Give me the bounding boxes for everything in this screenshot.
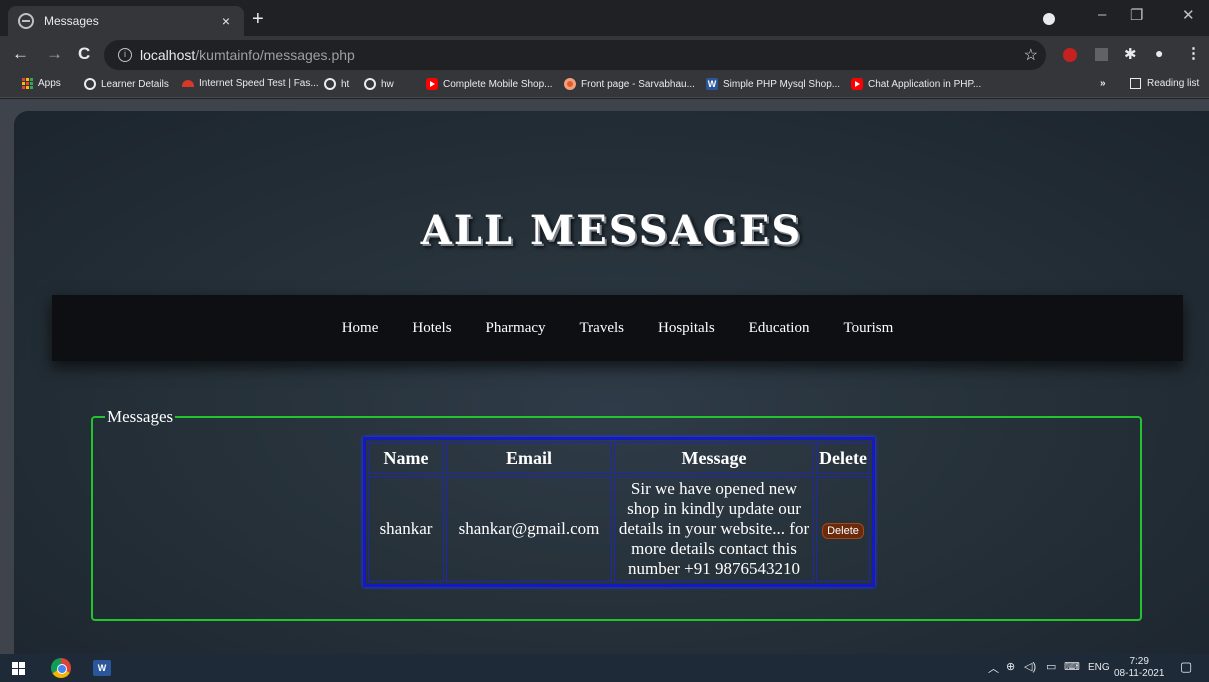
bookmark-hw[interactable]: hw: [364, 78, 394, 90]
header-delete: Delete: [816, 442, 870, 474]
more-bookmarks-button[interactable]: »: [1100, 78, 1106, 89]
messages-fieldset: Messages Name Email Message Delete shank…: [91, 407, 1142, 621]
cell-name: shankar: [368, 476, 444, 582]
profile-menu-icon[interactable]: [1043, 13, 1055, 25]
bookmark-label: ht: [341, 78, 350, 90]
site-icon: [564, 78, 576, 90]
bookmark-label: Apps: [38, 78, 61, 89]
bookmark-label: Front page - Sarvabhau...: [581, 78, 695, 90]
bookmark-mobile-shop[interactable]: Complete Mobile Shop...: [426, 78, 553, 90]
clock-time: 7:29: [1129, 656, 1149, 667]
address-bar[interactable]: i localhost /kumtainfo/messages.php ☆: [104, 40, 1046, 70]
battery-icon[interactable]: ▭: [1046, 660, 1056, 673]
header-message: Message: [614, 442, 814, 474]
chrome-taskbar-icon[interactable]: [51, 658, 71, 678]
keyboard-icon[interactable]: ⌨: [1064, 660, 1080, 673]
globe-icon: [84, 78, 96, 90]
windows-start-icon[interactable]: [12, 662, 25, 675]
browser-toolbar: ← → C i localhost /kumtainfo/messages.ph…: [0, 36, 1209, 74]
reading-list-icon: [1130, 78, 1141, 89]
speed-icon: [182, 80, 194, 87]
bookmark-label: Internet Speed Test | Fas...: [199, 78, 319, 89]
system-clock[interactable]: 7:29 08-11-2021: [1114, 656, 1164, 680]
bookmark-label: Learner Details: [101, 78, 169, 90]
bookmarks-bar: Apps Learner Details Internet Speed Test…: [0, 74, 1209, 98]
reload-icon[interactable]: C: [78, 44, 90, 64]
nav-travels[interactable]: Travels: [580, 320, 624, 337]
menu-kebab-icon[interactable]: ⋮: [1186, 44, 1201, 62]
nav-hospitals[interactable]: Hospitals: [658, 320, 715, 337]
tab-title: Messages: [44, 14, 99, 28]
bookmark-label: Simple PHP Mysql Shop...: [723, 78, 841, 90]
youtube-icon: [426, 78, 438, 90]
url-host: localhost: [140, 47, 196, 63]
nav-tourism[interactable]: Tourism: [843, 320, 893, 337]
bookmark-php-shop[interactable]: W Simple PHP Mysql Shop...: [706, 78, 840, 90]
header-name: Name: [368, 442, 444, 474]
word-taskbar-icon[interactable]: W: [93, 660, 111, 676]
window-close-icon[interactable]: ✕: [1182, 6, 1195, 24]
bookmark-speed-test[interactable]: Internet Speed Test | Fas...: [182, 78, 319, 89]
browser-tab[interactable]: Messages ×: [8, 6, 244, 36]
main-nav: Home Hotels Pharmacy Travels Hospitals E…: [52, 295, 1183, 361]
tray-chevron-icon[interactable]: ︿: [988, 660, 999, 676]
table-header-row: Name Email Message Delete: [368, 442, 870, 474]
url-path: /kumtainfo/messages.php: [195, 47, 355, 63]
language-indicator[interactable]: ENG: [1088, 662, 1110, 673]
bookmark-label: hw: [381, 78, 394, 90]
minimize-icon[interactable]: –: [1098, 6, 1106, 23]
table-row: shankar shankar@gmail.com Sir we have op…: [368, 476, 870, 582]
nav-hotels[interactable]: Hotels: [412, 320, 451, 337]
bookmark-star-icon[interactable]: ☆: [1024, 45, 1038, 65]
bookmark-chat-app[interactable]: Chat Application in PHP...: [851, 78, 981, 90]
notifications-icon[interactable]: ▢: [1180, 659, 1192, 675]
header-email: Email: [446, 442, 612, 474]
globe-icon: [364, 78, 376, 90]
reading-list-button[interactable]: Reading list: [1130, 78, 1199, 89]
messages-legend: Messages: [107, 407, 174, 426]
bookmark-label: Chat Application in PHP...: [868, 78, 982, 90]
clock-date: 08-11-2021: [1114, 668, 1165, 679]
globe-icon: [324, 78, 336, 90]
bookmark-label: Complete Mobile Shop...: [443, 78, 553, 90]
cell-email: shankar@gmail.com: [446, 476, 612, 582]
volume-icon[interactable]: ◁): [1024, 660, 1036, 673]
taskbar: W ︿ ⊕ ◁) ▭ ⌨ ENG 7:29 08-11-2021 ▢: [0, 654, 1209, 682]
extension-red-icon[interactable]: [1063, 48, 1077, 62]
tab-close-icon[interactable]: ×: [218, 13, 234, 29]
back-arrow-icon[interactable]: ←: [12, 44, 29, 64]
bookmark-apps[interactable]: Apps: [22, 78, 61, 89]
bookmark-ht[interactable]: ht: [324, 78, 349, 90]
nav-pharmacy[interactable]: Pharmacy: [486, 320, 546, 337]
page-title: ALL MESSAGES: [420, 207, 803, 254]
apps-grid-icon: [22, 78, 33, 89]
youtube-icon: [851, 78, 863, 90]
delete-button[interactable]: Delete: [822, 523, 864, 539]
network-icon[interactable]: ⊕: [1006, 660, 1015, 673]
extensions-puzzle-icon[interactable]: ✱: [1124, 45, 1137, 63]
reading-list-label: Reading list: [1147, 78, 1200, 89]
page-viewport: ALL MESSAGES Home Hotels Pharmacy Travel…: [0, 99, 1209, 654]
nav-home[interactable]: Home: [342, 320, 379, 337]
browser-tabstrip: Messages × + – ❐ ✕: [0, 0, 1209, 36]
info-icon[interactable]: i: [118, 48, 132, 62]
bookmark-learner-details[interactable]: Learner Details: [84, 78, 169, 90]
nav-education[interactable]: Education: [749, 320, 810, 337]
extension-gray-icon[interactable]: [1095, 48, 1108, 61]
account-icon[interactable]: ●: [1155, 45, 1163, 61]
globe-icon: [18, 13, 34, 29]
cell-delete: Delete: [816, 476, 870, 582]
word-icon: W: [706, 78, 718, 90]
restore-icon[interactable]: ❐: [1130, 6, 1143, 24]
forward-arrow-icon[interactable]: →: [46, 44, 63, 64]
bookmark-front-page[interactable]: Front page - Sarvabhau...: [564, 78, 695, 90]
cell-message: Sir we have opened new shop in kindly up…: [614, 476, 814, 582]
new-tab-button[interactable]: +: [252, 9, 264, 29]
page-body: ALL MESSAGES Home Hotels Pharmacy Travel…: [14, 111, 1209, 654]
messages-table: Name Email Message Delete shankar shanka…: [363, 437, 875, 587]
